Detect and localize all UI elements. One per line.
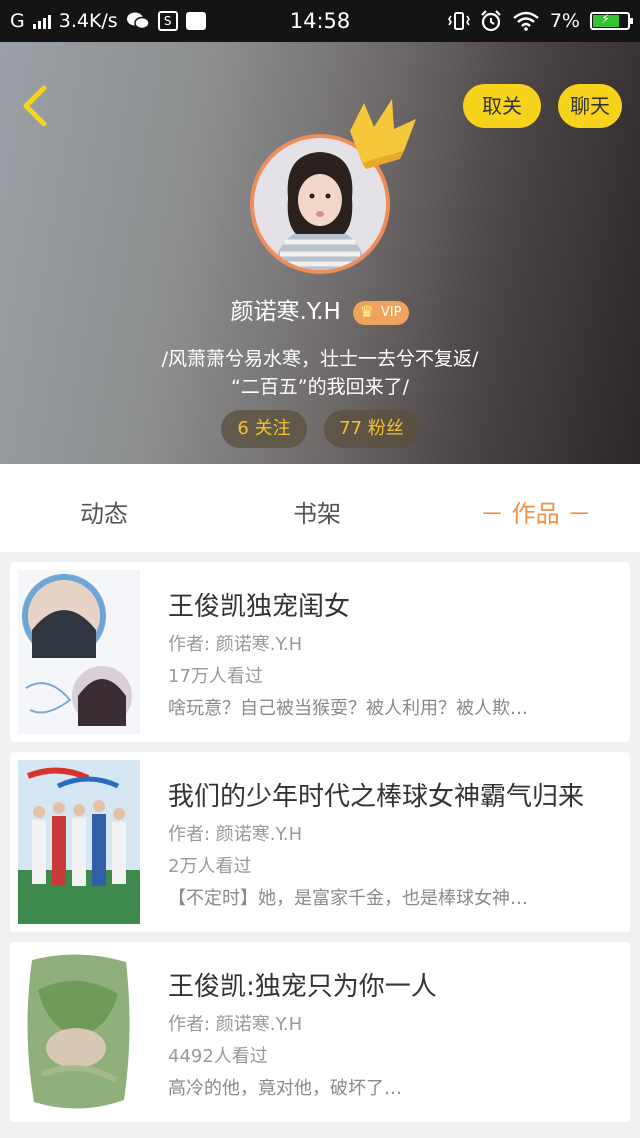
profile-header: 取关 聊天 颜诺寒.Y.H VIP /风萧萧兮易水寒，壮士一去兮不复返/ “二百五… [0,42,640,464]
alarm-icon [481,10,501,32]
work-item[interactable]: 我们的少年时代之棒球女神霸气归来 作者: 颜诺寒.Y.H 2万人看过 【不定时】… [10,752,630,932]
signature-line-2: “二百五”的我回来了/ [230,376,410,398]
work-item[interactable]: 王俊凯:独宠只为你一人 作者: 颜诺寒.Y.H 4492人看过 高冷的他，竟对他… [10,942,630,1122]
chat-button[interactable]: 聊天 [558,84,622,128]
work-title: 王俊凯独宠闺女 [168,592,351,622]
tab-bookshelf[interactable]: 书架 [293,494,341,529]
work-description: 【不定时】她，是富家千金，也是棒球女神… [168,888,528,909]
signature-line-1: /风萧萧兮易水寒，壮士一去兮不复返/ [161,348,479,370]
battery-percent: 7% [549,10,580,32]
username-row: 颜诺寒.Y.H VIP [0,292,640,326]
book-cover [18,950,140,1114]
battery-icon: ⚡ [590,12,633,30]
work-title: 王俊凯:独宠只为你一人 [168,972,437,1002]
profile-tabs: 动态 书架 － 作品 － [0,464,640,552]
vibrate-icon [447,12,470,30]
unfollow-button[interactable]: 取关 [463,84,541,128]
work-item[interactable]: 王俊凯独宠闺女 作者: 颜诺寒.Y.H 17万人看过 啥玩意？自己被当猴耍？被人… [10,562,630,742]
work-views: 4492人看过 [168,1046,268,1067]
username: 颜诺寒.Y.H [230,299,341,325]
status-bar: G 3.4K/s S 14:58 7% ⚡ [0,0,640,42]
following-count-button[interactable]: 6 关注 [221,410,307,448]
work-author: 作者: 颜诺寒.Y.H [168,824,303,845]
work-description: 高冷的他，竟对他，破坏了… [168,1078,402,1099]
book-cover [18,570,140,734]
tab-activity[interactable]: 动态 [80,494,128,529]
work-author: 作者: 颜诺寒.Y.H [168,634,303,655]
wifi-icon [513,11,539,31]
work-views: 17万人看过 [168,666,263,687]
vip-badge: VIP [352,300,410,325]
work-author: 作者: 颜诺寒.Y.H [168,1014,303,1035]
followers-count-button[interactable]: 77 粉丝 [324,410,419,448]
book-cover [18,760,140,924]
work-title: 我们的少年时代之棒球女神霸气归来 [168,782,585,812]
crown-icon [350,99,416,169]
chevron-left-icon[interactable] [16,84,56,128]
tab-works[interactable]: － 作品 － [480,494,591,529]
work-views: 2万人看过 [168,856,252,877]
work-description: 啥玩意？自己被当猴耍？被人利用？被人欺… [168,698,528,719]
